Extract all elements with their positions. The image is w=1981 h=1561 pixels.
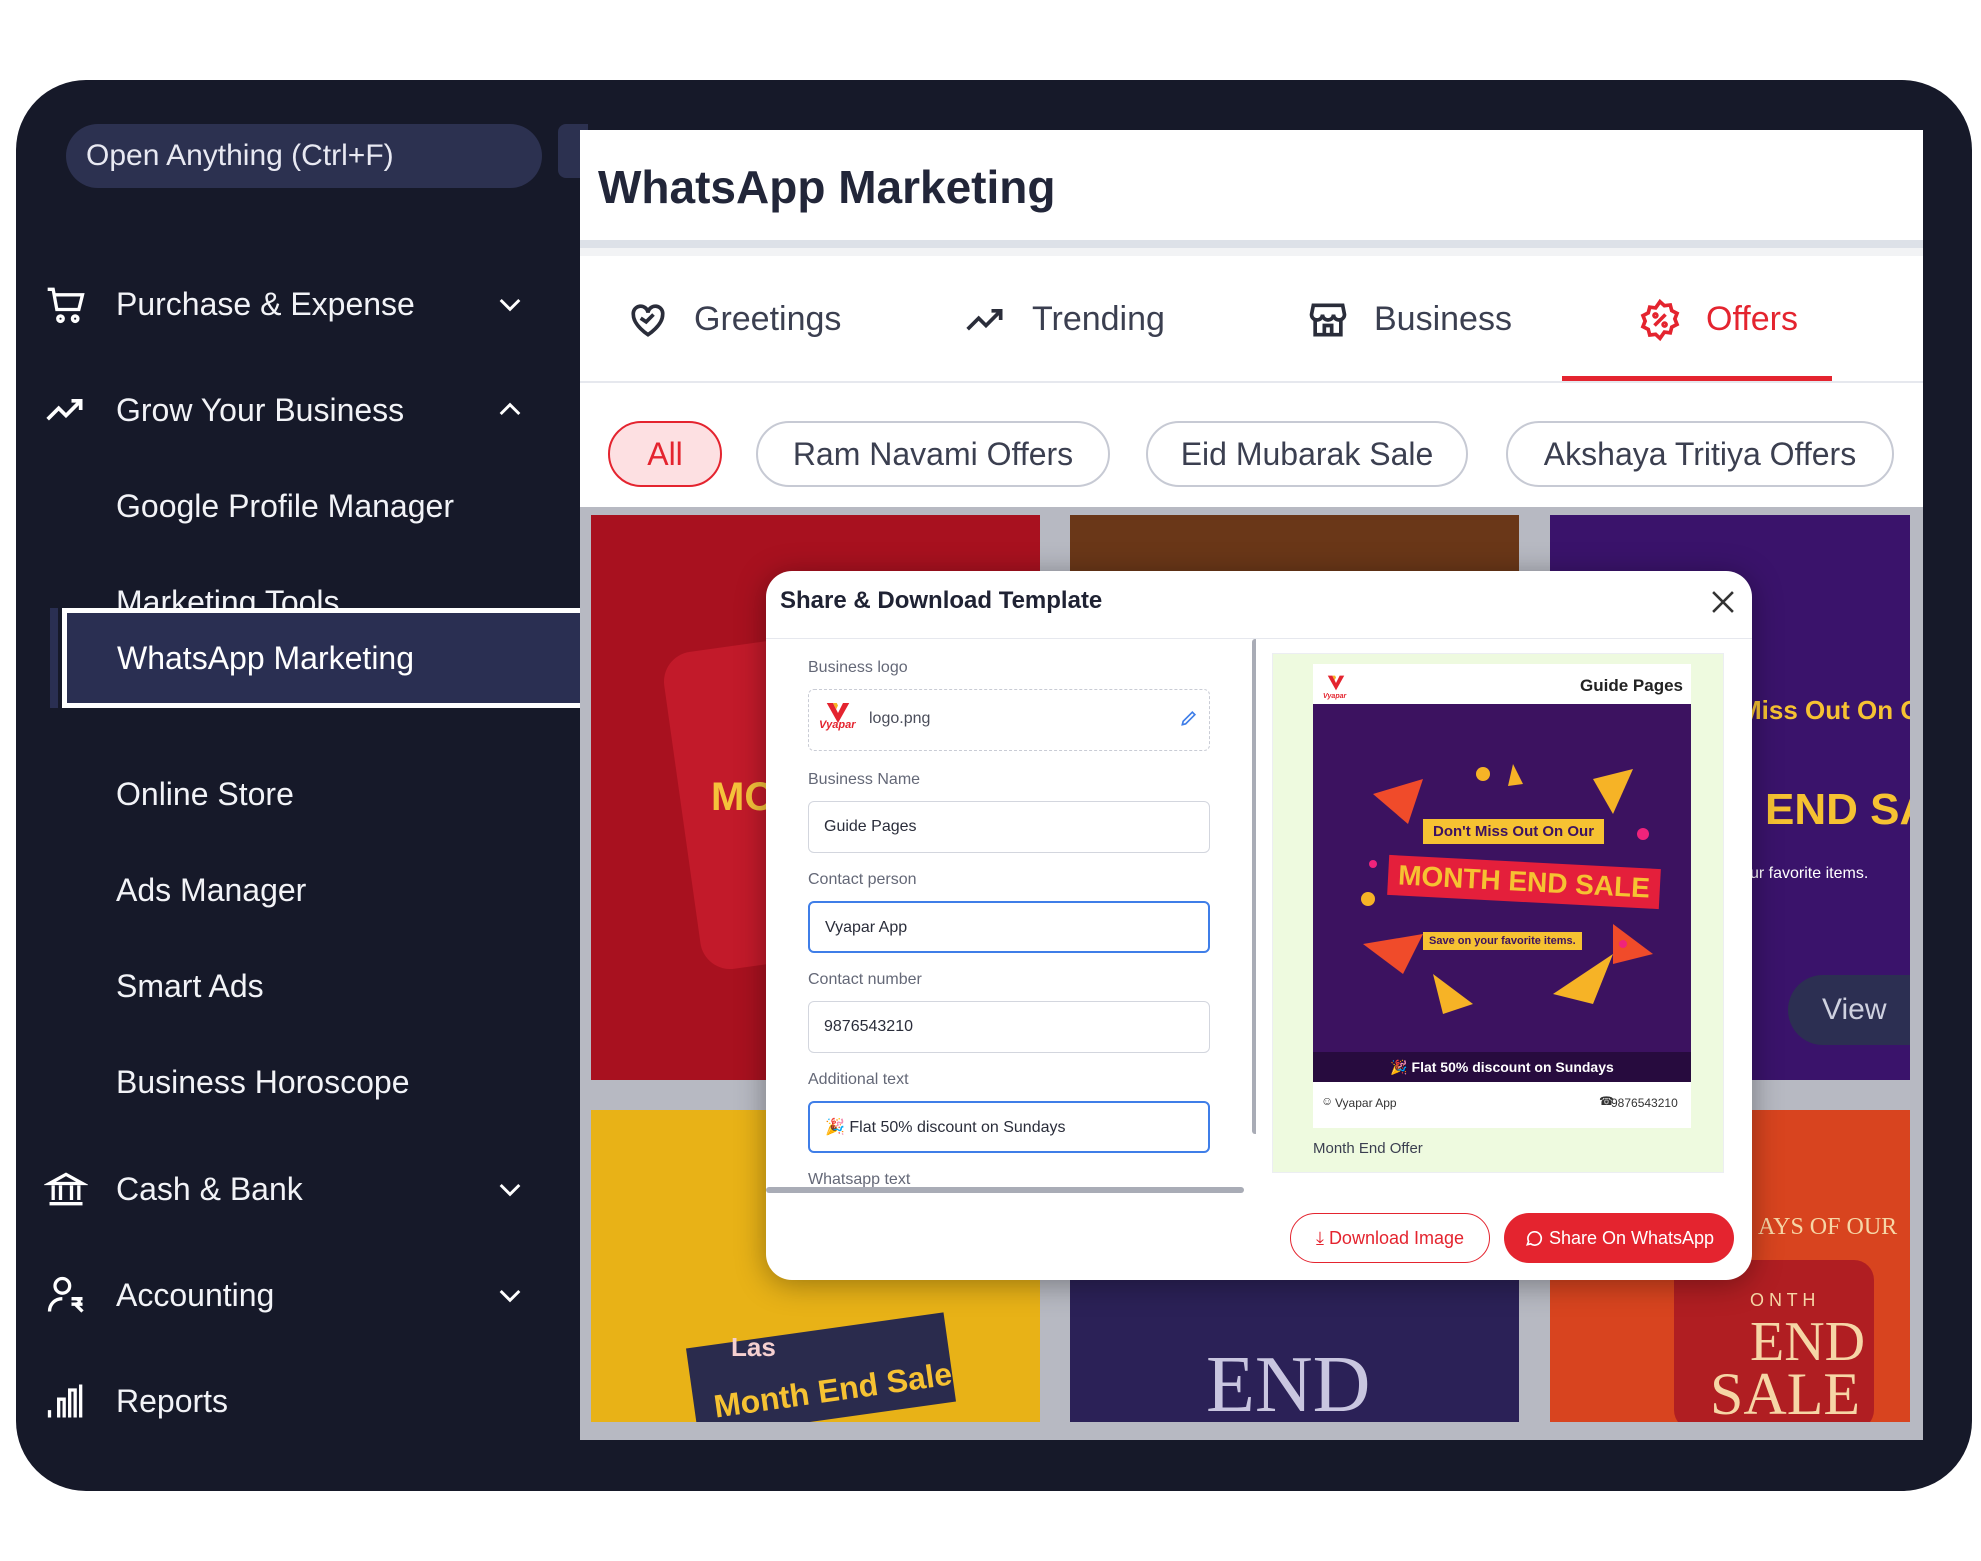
template-preview: Vyapar Guide Pages Don't Miss Out On Our… bbox=[1272, 653, 1724, 1173]
contact-number-label: Contact number bbox=[808, 971, 922, 988]
logo-upload-field[interactable]: Vyapar logo.png bbox=[808, 689, 1210, 751]
poster-offer-band: 🎉 Flat 50% discount on Sundays bbox=[1313, 1052, 1691, 1082]
close-icon[interactable] bbox=[1706, 585, 1740, 619]
trending-up-icon bbox=[966, 308, 1003, 330]
user-icon: ☺ bbox=[1321, 1094, 1334, 1108]
discount-badge-icon bbox=[1640, 298, 1680, 341]
vyapar-logo-icon bbox=[1327, 675, 1345, 691]
share-whatsapp-button[interactable]: Share On WhatsApp bbox=[1504, 1213, 1734, 1263]
business-name-label: Business Name bbox=[808, 771, 921, 788]
page-title: WhatsApp Marketing bbox=[598, 161, 1056, 213]
additional-text-label: Additional text bbox=[808, 1071, 909, 1088]
chip-ram-navami[interactable]: Ram Navami Offers bbox=[756, 421, 1110, 487]
logo-brand-text: Vyapar bbox=[819, 719, 856, 731]
sidebar-subitem-online-store[interactable]: Online Store bbox=[116, 754, 576, 834]
sidebar-item-purchase-expense[interactable]: Purchase & Expense bbox=[16, 264, 576, 344]
card-text-4: SALE bbox=[1710, 1361, 1860, 1422]
chevron-down-icon bbox=[499, 1289, 521, 1303]
contact-person-field[interactable]: Vyapar App bbox=[808, 901, 1210, 953]
card-text: AYS OF OUR bbox=[1758, 1214, 1898, 1240]
card-text-2: END SALE bbox=[1765, 785, 1910, 834]
preview-poster: Don't Miss Out On Our MONTH END SALE Sav… bbox=[1313, 704, 1691, 1082]
active-tab-underline bbox=[1562, 376, 1832, 381]
chevron-down-icon bbox=[499, 298, 521, 312]
download-label: Download Image bbox=[1328, 1228, 1465, 1248]
sidebar-item-label: WhatsApp Marketing bbox=[117, 640, 415, 676]
template-form: Business logo Vyapar logo.png Business N… bbox=[766, 639, 1256, 1199]
sidebar-item-label: Reports bbox=[116, 1383, 229, 1419]
contact-person-label: Contact person bbox=[808, 871, 917, 888]
chip-eid-mubarak[interactable]: Eid Mubarak Sale bbox=[1146, 421, 1468, 487]
logo-filename: logo.png bbox=[869, 710, 931, 727]
preview-brand-text: Vyapar bbox=[1323, 693, 1347, 700]
view-button[interactable]: View bbox=[1788, 975, 1910, 1045]
user-rupee-icon bbox=[47, 1276, 84, 1313]
poster-line-1: Don't Miss Out On Our bbox=[1423, 819, 1605, 844]
edit-pencil-icon[interactable] bbox=[1179, 708, 1199, 728]
horizontal-scrollbar[interactable] bbox=[766, 1187, 1244, 1193]
preview-number: 9876543210 bbox=[1611, 1096, 1678, 1110]
filter-chips: All Ram Navami Offers Eid Mubarak Sale A… bbox=[580, 383, 1923, 507]
sidebar-subitem-smart-ads[interactable]: Smart Ads bbox=[116, 946, 576, 1026]
modal-title: Share & Download Template bbox=[780, 587, 1103, 614]
tab-label: Business bbox=[1374, 300, 1512, 338]
card-text: END bbox=[1206, 1341, 1371, 1422]
tab-business[interactable]: Business bbox=[1306, 256, 1512, 383]
card-text: Las bbox=[731, 1332, 776, 1362]
tab-greetings[interactable]: Greetings bbox=[626, 256, 841, 383]
tab-label: Greetings bbox=[694, 300, 842, 338]
bar-chart-icon bbox=[47, 1384, 83, 1418]
tab-label: Offers bbox=[1706, 300, 1798, 338]
additional-text-field[interactable]: 🎉 Flat 50% discount on Sundays bbox=[808, 1101, 1210, 1153]
tab-label: Trending bbox=[1032, 300, 1165, 338]
sidebar-item-label: Cash & Bank bbox=[116, 1171, 303, 1207]
preview-caption: Month End Offer bbox=[1313, 1140, 1423, 1157]
download-icon: ⤓ bbox=[1315, 1228, 1324, 1248]
sidebar-subitem-whatsapp-marketing[interactable]: WhatsApp Marketing bbox=[62, 608, 592, 708]
sidebar-item-grow-business[interactable]: Grow Your Business bbox=[16, 370, 576, 450]
view-button-label: View bbox=[1822, 993, 1887, 1026]
sidebar-subitem-ads-manager[interactable]: Ads Manager bbox=[116, 850, 576, 930]
category-tabs: Greetings Trending Business Offers bbox=[580, 256, 1923, 383]
download-image-button[interactable]: ⤓ Download Image bbox=[1290, 1213, 1490, 1263]
trending-up-icon bbox=[46, 399, 83, 421]
sidebar-item-reports[interactable]: Reports bbox=[16, 1361, 576, 1441]
chevron-up-icon bbox=[499, 402, 521, 416]
chevron-down-icon bbox=[499, 1183, 521, 1197]
heart-handshake-icon bbox=[631, 303, 665, 337]
preview-card: Vyapar Guide Pages Don't Miss Out On Our… bbox=[1313, 664, 1691, 1128]
logo-label: Business logo bbox=[808, 659, 908, 676]
share-label: Share On WhatsApp bbox=[1548, 1228, 1715, 1248]
page-header: WhatsApp Marketing bbox=[580, 130, 1923, 248]
sidebar-subitem-business-horoscope[interactable]: Business Horoscope bbox=[116, 1042, 576, 1122]
tab-offers[interactable]: Offers bbox=[1638, 256, 1798, 383]
preview-business-name: Guide Pages bbox=[1580, 676, 1683, 695]
bank-icon bbox=[44, 1172, 88, 1206]
contact-number-field[interactable]: 9876543210 bbox=[808, 1001, 1210, 1053]
chip-all[interactable]: All bbox=[608, 421, 722, 487]
sidebar-item-cash-bank[interactable]: Cash & Bank bbox=[16, 1149, 576, 1229]
store-icon bbox=[1309, 303, 1347, 336]
cart-icon bbox=[47, 287, 85, 324]
sidebar-item-accounting[interactable]: Accounting bbox=[16, 1255, 576, 1335]
card-text-3: ur favorite items. bbox=[1750, 865, 1869, 882]
preview-contact: Vyapar App bbox=[1335, 1096, 1397, 1110]
card-text: Miss Out On Our bbox=[1740, 695, 1910, 725]
sidebar-item-label: Grow Your Business bbox=[116, 392, 405, 428]
sidebar-item-label: Accounting bbox=[116, 1277, 275, 1313]
whatsapp-icon bbox=[1525, 1230, 1543, 1246]
chip-akshaya-tritiya[interactable]: Akshaya Tritiya Offers bbox=[1506, 421, 1894, 487]
poster-line-3: Save on your favorite items. bbox=[1423, 932, 1582, 950]
card-text-2: O N T H bbox=[1750, 1290, 1816, 1310]
search-input[interactable]: Open Anything (Ctrl+F) bbox=[66, 124, 542, 188]
business-name-field[interactable]: Guide Pages bbox=[808, 801, 1210, 853]
active-indicator bbox=[50, 608, 58, 708]
share-download-modal: Share & Download Template Business logo … bbox=[766, 571, 1752, 1280]
vertical-scrollbar[interactable] bbox=[1252, 639, 1256, 1134]
tab-trending[interactable]: Trending bbox=[964, 256, 1165, 383]
sidebar-item-label: Purchase & Expense bbox=[116, 286, 415, 322]
sidebar-subitem-google-profile[interactable]: Google Profile Manager bbox=[116, 466, 576, 546]
modal-header: Share & Download Template bbox=[766, 571, 1752, 639]
